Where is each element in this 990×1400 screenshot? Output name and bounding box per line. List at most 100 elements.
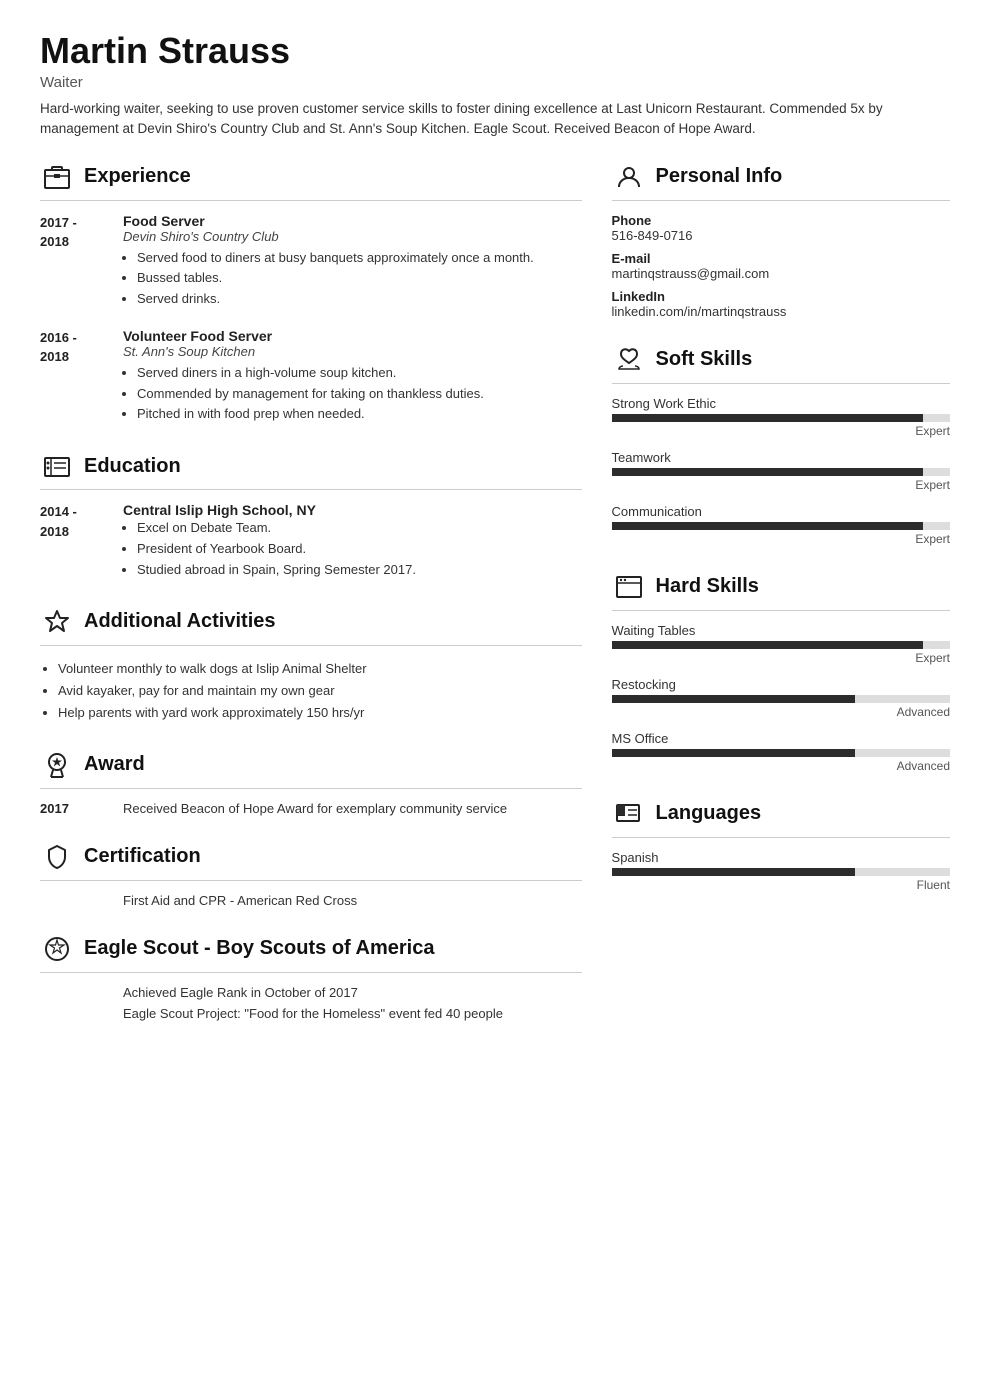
languages-icon — [612, 797, 646, 831]
certification-text: First Aid and CPR - American Red Cross — [40, 893, 582, 908]
skill-bar-background — [612, 868, 950, 876]
skill-bar-fill — [612, 749, 856, 757]
languages-title: Languages — [656, 802, 762, 825]
skill-bar-background — [612, 522, 950, 530]
company-name: St. Ann's Soup Kitchen — [123, 344, 582, 359]
activity-item: Avid kayaker, pay for and maintain my ow… — [58, 680, 582, 702]
personal-info-section: Personal Info Phone 516-849-0716 E-mail … — [612, 160, 950, 319]
personal-info-divider — [612, 200, 950, 201]
resume-header: Martin Strauss Waiter Hard-working waite… — [40, 30, 950, 140]
entry-bullets: Served food to diners at busy banquets a… — [123, 248, 582, 310]
language-bars: Spanish Fluent — [612, 850, 950, 892]
eagle-scout-title: Eagle Scout - Boy Scouts of America — [84, 937, 434, 960]
skill-bar-fill — [612, 641, 923, 649]
education-section: Education 2014 -2018 Central Islip High … — [40, 449, 582, 580]
skill-bar-fill — [612, 695, 856, 703]
skill-name: Strong Work Ethic — [612, 396, 950, 411]
eagle-scout-divider — [40, 972, 582, 973]
hard-skills-bars: Waiting Tables Expert Restocking Advance… — [612, 623, 950, 773]
bullet: Excel on Debate Team. — [137, 518, 582, 539]
experience-section: Experience 2017 -2018 Food Server Devin … — [40, 160, 582, 426]
bullet: Studied abroad in Spain, Spring Semester… — [137, 560, 582, 581]
award-divider — [40, 788, 582, 789]
entry-bullets: Excel on Debate Team.President of Yearbo… — [123, 518, 582, 580]
skill-level: Advanced — [612, 759, 950, 773]
left-column: Experience 2017 -2018 Food Server Devin … — [40, 160, 582, 1045]
skill-level: Expert — [612, 478, 950, 492]
skill-level: Fluent — [612, 878, 950, 892]
experience-entries: 2017 -2018 Food Server Devin Shiro's Cou… — [40, 213, 582, 426]
soft-skills-title: Soft Skills — [656, 348, 753, 371]
skill-item: MS Office Advanced — [612, 731, 950, 773]
activities-icon — [40, 605, 74, 639]
eagle-scout-line: Eagle Scout Project: "Food for the Homel… — [40, 1006, 582, 1021]
soft-skills-section: Soft Skills Strong Work Ethic Expert Tea… — [612, 343, 950, 546]
entry-dates: 2014 -2018 — [40, 502, 105, 580]
certification-title: Certification — [84, 845, 201, 868]
education-header: Education — [40, 449, 582, 483]
education-entry: 2014 -2018 Central Islip High School, NY… — [40, 502, 582, 580]
award-section: Award 2017 Received Beacon of Hope Award… — [40, 748, 582, 816]
linkedin-value: linkedin.com/in/martinqstrauss — [612, 304, 950, 319]
activities-divider — [40, 645, 582, 646]
personal-info-icon — [612, 160, 646, 194]
email-label: E-mail — [612, 251, 950, 266]
skill-item: Restocking Advanced — [612, 677, 950, 719]
skill-name: Communication — [612, 504, 950, 519]
skill-bar-background — [612, 641, 950, 649]
phone-label: Phone — [612, 213, 950, 228]
certification-section: Certification First Aid and CPR - Americ… — [40, 840, 582, 908]
skill-level: Expert — [612, 532, 950, 546]
skill-item: Strong Work Ethic Expert — [612, 396, 950, 438]
eagle-scout-line: Achieved Eagle Rank in October of 2017 — [40, 985, 582, 1000]
bullet: Served food to diners at busy banquets a… — [137, 248, 582, 269]
skill-level: Expert — [612, 651, 950, 665]
email-value: martinqstrauss@gmail.com — [612, 266, 950, 281]
job-title: Food Server — [123, 213, 582, 229]
experience-divider — [40, 200, 582, 201]
education-divider — [40, 489, 582, 490]
experience-entry: 2016 -2018 Volunteer Food Server St. Ann… — [40, 328, 582, 425]
experience-header: Experience — [40, 160, 582, 194]
activity-item: Help parents with yard work approximatel… — [58, 702, 582, 724]
skill-name: Restocking — [612, 677, 950, 692]
soft-skills-icon — [612, 343, 646, 377]
experience-icon — [40, 160, 74, 194]
skill-name: Teamwork — [612, 450, 950, 465]
award-icon — [40, 748, 74, 782]
activities-title: Additional Activities — [84, 610, 276, 633]
skill-item: Teamwork Expert — [612, 450, 950, 492]
award-entries: 2017 Received Beacon of Hope Award for e… — [40, 801, 582, 816]
skill-name: Waiting Tables — [612, 623, 950, 638]
activities-list: Volunteer monthly to walk dogs at Islip … — [40, 658, 582, 724]
activities-section: Additional Activities Volunteer monthly … — [40, 605, 582, 724]
personal-info-title: Personal Info — [656, 165, 783, 188]
skill-bar-background — [612, 414, 950, 422]
skill-name: Spanish — [612, 850, 950, 865]
eagle-scout-lines: Achieved Eagle Rank in October of 2017 Ea… — [40, 985, 582, 1021]
skill-item: Waiting Tables Expert — [612, 623, 950, 665]
languages-section: Languages Spanish Fluent — [612, 797, 950, 892]
linkedin-label: LinkedIn — [612, 289, 950, 304]
hard-skills-divider — [612, 610, 950, 611]
activity-item: Volunteer monthly to walk dogs at Islip … — [58, 658, 582, 680]
award-year: 2017 — [40, 801, 105, 816]
education-icon — [40, 449, 74, 483]
resume-summary: Hard-working waiter, seeking to use prov… — [40, 99, 950, 140]
education-entries: 2014 -2018 Central Islip High School, NY… — [40, 502, 582, 580]
entry-dates: 2017 -2018 — [40, 213, 105, 310]
entry-content: Central Islip High School, NY Excel on D… — [123, 502, 582, 580]
skill-level: Advanced — [612, 705, 950, 719]
skill-bar-background — [612, 695, 950, 703]
skill-item: Communication Expert — [612, 504, 950, 546]
phone-value: 516-849-0716 — [612, 228, 950, 243]
award-header: Award — [40, 748, 582, 782]
hard-skills-header: Hard Skills — [612, 570, 950, 604]
skill-bar-fill — [612, 468, 923, 476]
hard-skills-title: Hard Skills — [656, 575, 759, 598]
skill-name: MS Office — [612, 731, 950, 746]
award-title: Award — [84, 753, 145, 776]
soft-skills-header: Soft Skills — [612, 343, 950, 377]
bullet: Served diners in a high-volume soup kitc… — [137, 363, 582, 384]
certification-header: Certification — [40, 840, 582, 874]
